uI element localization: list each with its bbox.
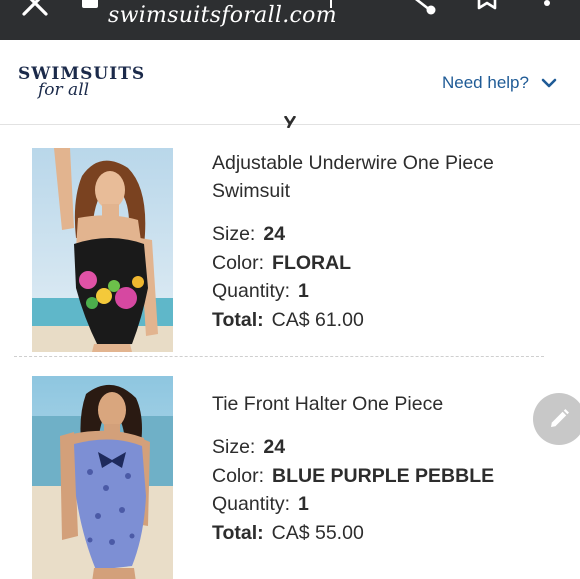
address-bar-url[interactable]: swimsuitsforall.com: [108, 3, 337, 28]
order-item: Tie Front Halter One Piece Size: 24 Color…: [0, 376, 580, 579]
site-header: SWIMSUITS for all Need help?: [0, 40, 580, 125]
total-label: Total:: [212, 308, 264, 331]
product-image[interactable]: [32, 376, 173, 579]
size-label: Size:: [212, 223, 256, 245]
total-value: CA$ 55.00: [271, 521, 364, 544]
item-divider: [14, 356, 544, 357]
quantity-value: 1: [298, 493, 309, 515]
share-icon[interactable]: [406, 0, 436, 16]
page-info-icon[interactable]: [82, 0, 98, 8]
more-vertical-icon[interactable]: [542, 0, 552, 10]
item-details: Tie Front Halter One Piece Size: 24 Color…: [212, 376, 552, 547]
item-total: Total: CA$ 61.00: [212, 306, 552, 335]
item-title[interactable]: Tie Front Halter One Piece: [212, 390, 552, 418]
size-label: Size:: [212, 436, 256, 458]
size-value: 24: [263, 223, 286, 245]
browser-toolbar: swimsuitsforall.com: [0, 0, 580, 40]
order-item: Adjustable Underwire One Piece Swimsuit …: [0, 148, 580, 354]
address-bar-divider: [330, 0, 332, 8]
item-size: Size: 24: [212, 220, 552, 249]
item-size: Size: 24: [212, 433, 552, 462]
item-quantity: Quantity: 1: [212, 277, 552, 306]
item-quantity: Quantity: 1: [212, 490, 552, 519]
edit-button[interactable]: [533, 393, 580, 445]
heading-fragment: [283, 116, 297, 128]
brand-logo[interactable]: SWIMSUITS for all: [18, 64, 144, 110]
product-image[interactable]: [32, 148, 173, 352]
item-color: Color: BLUE PURPLE PEBBLE: [212, 462, 552, 491]
pencil-icon: [551, 409, 569, 427]
size-value: 24: [263, 436, 286, 458]
color-value: BLUE PURPLE PEBBLE: [272, 464, 495, 487]
total-label: Total:: [212, 521, 264, 544]
quantity-label: Quantity:: [212, 280, 291, 302]
chevron-down-icon: [541, 78, 557, 88]
item-color: Color: FLORAL: [212, 249, 552, 278]
bookmark-icon[interactable]: [476, 0, 498, 10]
quantity-label: Quantity:: [212, 493, 291, 515]
logo-tagline: for all: [38, 80, 90, 100]
item-details: Adjustable Underwire One Piece Swimsuit …: [212, 148, 552, 334]
need-help-dropdown[interactable]: Need help?: [442, 72, 557, 94]
close-icon[interactable]: [20, 0, 50, 18]
color-label: Color:: [212, 251, 265, 274]
quantity-value: 1: [298, 280, 309, 302]
need-help-label: Need help?: [442, 73, 529, 92]
item-title[interactable]: Adjustable Underwire One Piece Swimsuit: [212, 149, 552, 205]
color-value: FLORAL: [272, 251, 352, 274]
item-total: Total: CA$ 55.00: [212, 519, 552, 548]
color-label: Color:: [212, 464, 265, 487]
total-value: CA$ 61.00: [271, 308, 364, 331]
